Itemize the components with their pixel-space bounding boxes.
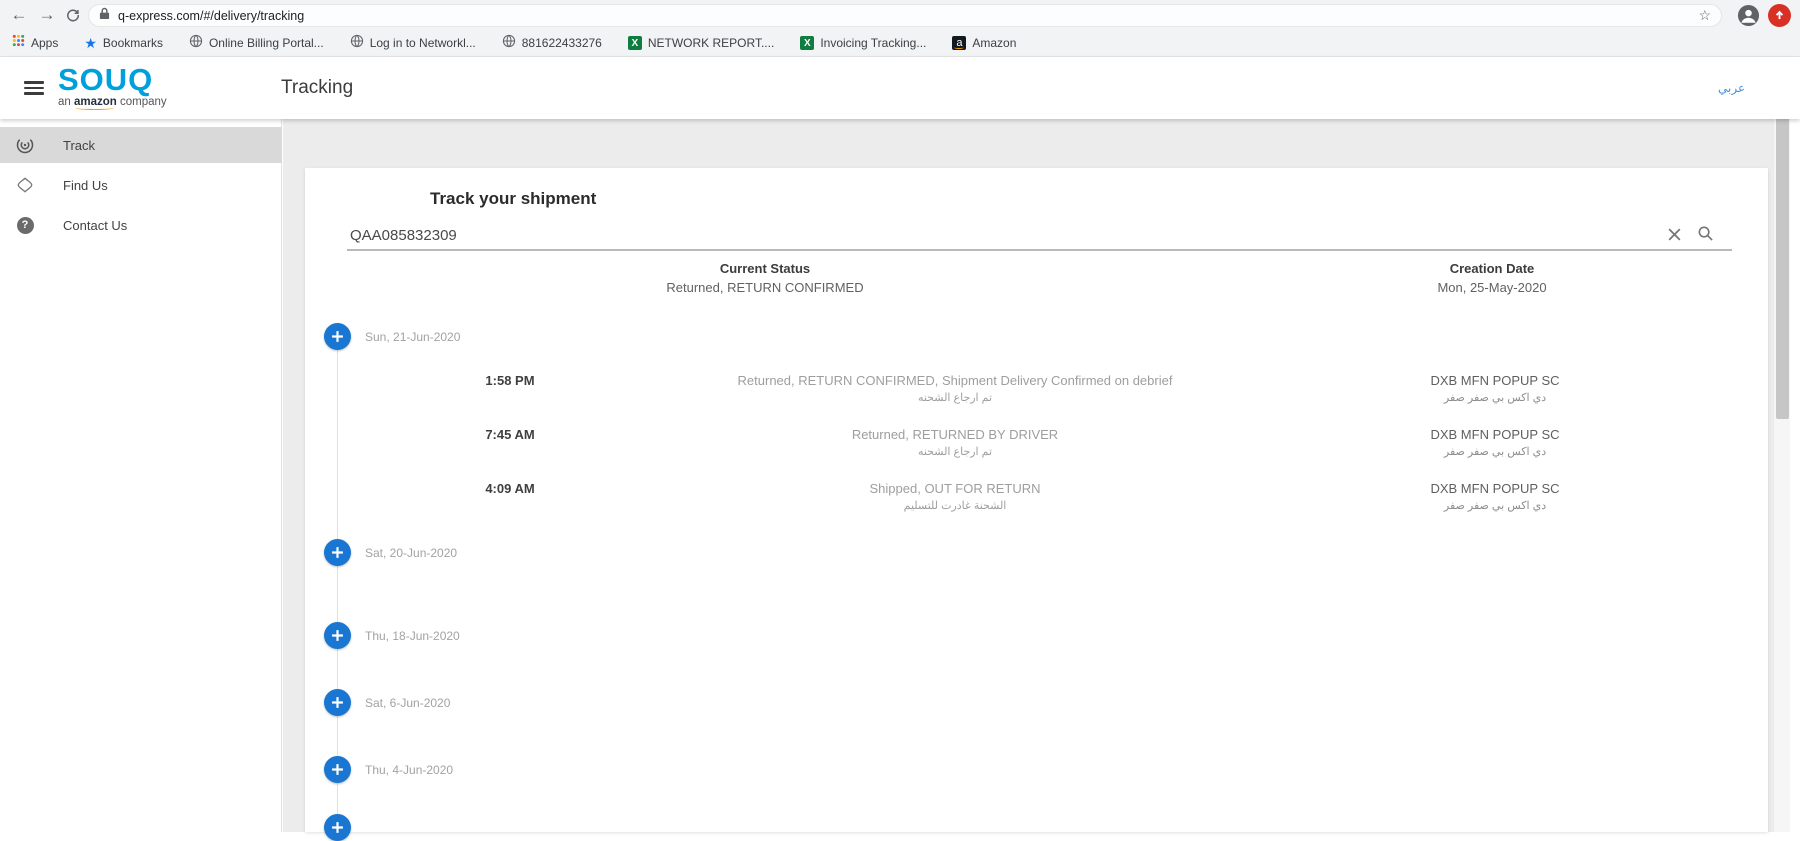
event-location-arabic: دي اكس بي صفر صفر (1443, 392, 1547, 404)
event-status-arabic: تم ارجاع الشحنه (917, 446, 993, 458)
app-header: SOUQ an amazon company Tracking عربي (0, 57, 1800, 119)
browser-toolbar: ← → q-express.com/#/delivery/tracking ☆ (0, 0, 1800, 30)
lock-icon (99, 7, 110, 25)
apps-grid-icon (12, 34, 25, 52)
globe-icon (189, 34, 203, 53)
expand-date-button[interactable] (324, 622, 351, 649)
event-status: Returned, RETURN CONFIRMED, Shipment Del… (737, 373, 1173, 388)
tracking-number-input[interactable]: QAA085832309 (350, 227, 457, 244)
event-status-arabic: تم ارجاع الشحنه (917, 392, 993, 404)
excel-icon: X (800, 36, 815, 50)
refresh-icon[interactable] (62, 4, 84, 26)
page-scrollbar[interactable]: ▲ (1773, 57, 1790, 832)
input-underline (347, 249, 1732, 251)
timeline-event-row: 1:58 PM Returned, RETURN CONFIRMED, Shipm… (305, 373, 1768, 423)
track-icon (15, 135, 35, 155)
event-location-arabic: دي اكس بي صفر صفر (1443, 500, 1547, 512)
tracking-card: Track your shipment QAA085832309 Current… (305, 168, 1768, 841)
timeline-event-row: 4:09 AM Shipped, OUT FOR RETURN الشحنة غاد… (305, 481, 1768, 531)
event-status-arabic: الشحنة غادرت للتسليم (903, 500, 1007, 512)
track-shipment-heading: Track your shipment (430, 189, 597, 208)
timeline-date-label: Sun, 21-Jun-2020 (365, 330, 461, 344)
event-location-arabic: دي اكس بي صفر صفر (1443, 446, 1547, 458)
creation-date-header: Creation Date (1449, 261, 1535, 276)
menu-icon[interactable] (24, 81, 44, 95)
expand-date-button-partial[interactable] (324, 814, 351, 841)
timeline-date-label: Sat, 6-Jun-2020 (365, 696, 451, 710)
bookmark-star-icon[interactable]: ☆ (1698, 7, 1711, 24)
expand-date-button[interactable] (324, 756, 351, 783)
bookmarks-bar: Apps ★ Bookmarks Online Billing Portal..… (0, 30, 1800, 57)
event-location: DXB MFN POPUP SC (1430, 481, 1560, 496)
apps-menu[interactable]: Apps (12, 34, 58, 52)
sidebar-item-label: Track (63, 137, 96, 153)
event-time: 4:09 AM (485, 481, 535, 496)
expand-date-button[interactable] (324, 689, 351, 716)
event-location: DXB MFN POPUP SC (1430, 373, 1560, 388)
page-title: Tracking (281, 77, 354, 98)
clear-icon[interactable] (1663, 223, 1685, 245)
event-status: Returned, RETURNED BY DRIVER (851, 427, 1059, 442)
souq-logo[interactable]: SOUQ an amazon company (58, 62, 167, 110)
sidebar-item-contact-us[interactable]: ? Contact Us (0, 207, 282, 243)
sidebar-item-label: Find Us (63, 177, 108, 193)
timeline-event-row: 7:45 AM Returned, RETURNED BY DRIVER تم ار… (305, 427, 1768, 477)
globe-icon (350, 34, 364, 53)
timeline-date-label: Thu, 4-Jun-2020 (365, 763, 454, 777)
bookmarks-folder[interactable]: ★ Bookmarks (84, 36, 163, 50)
bookmark-item[interactable]: X NETWORK REPORT.... (627, 36, 774, 50)
bookmark-item[interactable]: X Invoicing Tracking... (800, 36, 926, 50)
excel-icon: X (627, 36, 642, 50)
search-icon[interactable] (1694, 222, 1716, 244)
expand-date-button[interactable] (324, 539, 351, 566)
sidebar-item-label: Contact Us (63, 217, 128, 233)
creation-date-value: Mon, 25-May-2020 (1437, 280, 1547, 295)
browser-update-icon[interactable] (1768, 4, 1791, 27)
bookmark-item[interactable]: 881622433276 (502, 34, 602, 53)
event-location: DXB MFN POPUP SC (1430, 427, 1560, 442)
event-status: Shipped, OUT FOR RETURN (869, 481, 1041, 496)
logo-subtitle: an amazon company (58, 96, 167, 110)
find-us-icon (15, 175, 35, 195)
back-icon[interactable]: ← (8, 4, 30, 26)
expand-date-button[interactable] (324, 323, 351, 350)
event-time: 1:58 PM (485, 373, 535, 388)
globe-icon (502, 34, 516, 53)
url-text[interactable]: q-express.com/#/delivery/tracking (118, 9, 1698, 23)
star-icon: ★ (84, 35, 97, 51)
scrollbar-thumb[interactable] (1776, 79, 1789, 419)
amazon-icon: a (952, 36, 967, 50)
sidebar-item-find-us[interactable]: Find Us (0, 167, 282, 203)
contact-us-icon: ? (15, 215, 35, 235)
timeline-date-label: Thu, 18-Jun-2020 (365, 629, 460, 643)
amazon-smile-icon (75, 106, 114, 110)
sidebar-item-track[interactable]: Track (0, 127, 282, 163)
current-status-header: Current Status (719, 261, 811, 276)
bookmark-item[interactable]: Log in to Networkl... (350, 34, 476, 53)
logo-text: SOUQ (58, 62, 154, 97)
bookmark-item[interactable]: Online Billing Portal... (189, 34, 324, 53)
url-bar[interactable]: q-express.com/#/delivery/tracking ☆ (88, 4, 1722, 27)
current-status-value: Returned, RETURN CONFIRMED (666, 280, 864, 295)
event-time: 7:45 AM (485, 427, 535, 442)
sidebar: Track Find Us ? Contact Us (0, 119, 282, 832)
forward-icon[interactable]: → (36, 4, 58, 26)
bookmark-item[interactable]: a Amazon (952, 36, 1016, 50)
timeline-date-label: Sat, 20-Jun-2020 (365, 546, 458, 560)
language-switch-link[interactable]: عربي (1718, 81, 1745, 95)
profile-icon[interactable] (1737, 4, 1760, 27)
